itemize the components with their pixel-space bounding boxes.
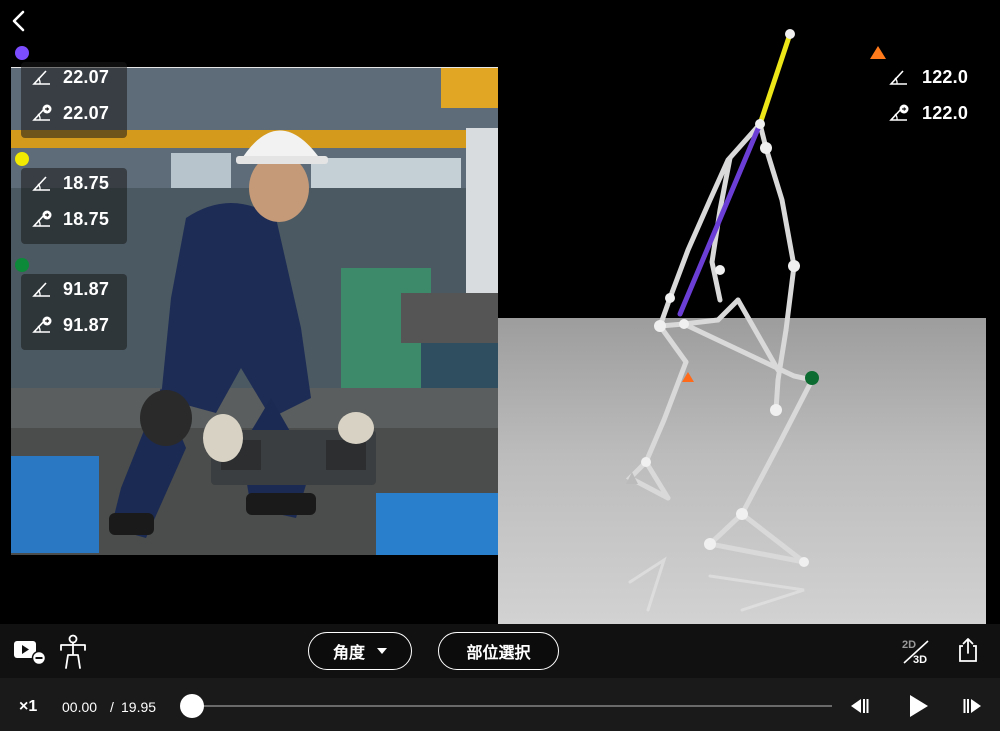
angle-color-dot-green	[15, 258, 29, 272]
angle-icon	[31, 68, 53, 86]
right-angle-readout: 122.0 122.0	[886, 62, 986, 128]
angle-row: 22.07	[21, 62, 127, 92]
seek-bar[interactable]	[192, 705, 832, 707]
reference-angle-value: 22.07	[63, 102, 110, 123]
reference-angle-icon	[31, 210, 53, 228]
step-forward-button[interactable]	[962, 695, 984, 717]
2d-3d-toggle-icon: 2D 3D	[902, 639, 929, 666]
back-button[interactable]	[8, 8, 30, 34]
chevron-left-icon	[12, 10, 25, 32]
video-remove-button[interactable]	[13, 638, 47, 666]
step-back-button[interactable]	[848, 695, 870, 717]
angle-panel-1: 22.07 22.07	[21, 62, 127, 138]
seek-thumb[interactable]	[180, 694, 204, 718]
angle-row: 18.75	[21, 204, 127, 234]
caret-down-icon	[377, 648, 387, 654]
current-time: 00.00	[62, 699, 98, 715]
step-back-icon	[851, 699, 869, 713]
angle-value: 22.07	[63, 66, 110, 87]
time-separator: /	[110, 699, 114, 715]
angle-row: 91.87	[21, 274, 127, 304]
angle-row: 91.87	[21, 310, 127, 340]
angle-value: 122.0	[922, 66, 969, 87]
angle-color-marker-orange	[870, 46, 886, 59]
playback-speed-button[interactable]: ×1	[19, 698, 37, 716]
angle-row: 18.75	[21, 168, 127, 198]
step-forward-icon	[963, 699, 981, 713]
angle-color-dot-purple	[15, 46, 29, 60]
reference-angle-icon	[31, 316, 53, 334]
video-minus-icon	[14, 641, 47, 666]
angle-icon	[31, 174, 53, 192]
person-skeleton-icon	[60, 634, 86, 669]
angle-panel-3: 91.87 91.87	[21, 274, 127, 350]
angle-value: 91.87	[63, 278, 110, 299]
reference-angle-value: 91.87	[63, 314, 110, 335]
play-icon	[910, 695, 928, 717]
view-2d-3d-toggle[interactable]: 2D 3D	[900, 636, 932, 666]
angle-row: 22.07	[21, 98, 127, 128]
angle-dropdown-label: 角度	[332, 645, 365, 662]
angle-value: 18.75	[63, 172, 110, 193]
reference-angle-value: 122.0	[922, 102, 969, 123]
angle-dropdown[interactable]: 角度	[308, 632, 412, 670]
angle-icon	[888, 68, 910, 86]
angle-row: 122.0	[886, 98, 986, 128]
play-button[interactable]	[906, 693, 930, 719]
angle-icon	[31, 280, 53, 298]
reference-angle-icon	[888, 104, 910, 122]
share-button[interactable]	[956, 636, 980, 664]
angle-row: 122.0	[886, 62, 986, 92]
body-model-button[interactable]	[58, 634, 88, 670]
part-select-button[interactable]: 部位選択	[438, 632, 559, 670]
view-3d-text: 3D	[913, 654, 927, 666]
view-2d-text: 2D	[902, 639, 916, 651]
reference-angle-icon	[31, 104, 53, 122]
share-icon	[959, 638, 977, 662]
angle-panel-2: 18.75 18.75	[21, 168, 127, 244]
angle-color-dot-yellow	[15, 152, 29, 166]
total-time: 19.95	[121, 699, 157, 715]
reference-angle-value: 18.75	[63, 208, 110, 229]
part-select-label: 部位選択	[466, 645, 531, 662]
